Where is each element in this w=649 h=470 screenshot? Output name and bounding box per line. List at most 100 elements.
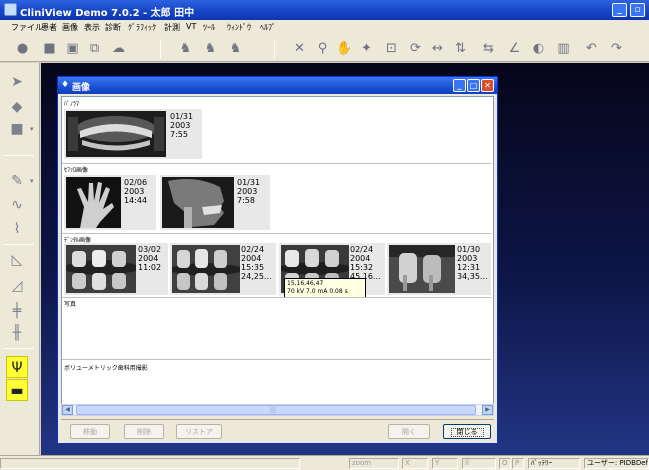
menu-view[interactable]: 表示	[84, 22, 100, 33]
app-title: CliniView Demo 7.0.2 - 太郎 田中	[20, 8, 195, 19]
status-bar: zoom X Y ll O P ﾊﾞｯﾃﾘｰ ユーザー: PIDBDefau	[0, 455, 649, 470]
chevron-down-icon[interactable]: ▾	[30, 177, 34, 185]
implant-icon[interactable]: ╪	[6, 300, 28, 322]
tooltip-teeth: 15,16,46,47	[287, 280, 324, 287]
toolbar: ● ■ ▣ ⧉ ☁ ♞ ♞ ♞ ✕ ⚲ ✋ ✦ ⊡ ⟳ ↔ ⇅ ⇆ ∠ ◐ ▥ …	[0, 35, 649, 62]
menu-help[interactable]: ﾍﾙﾌﾟ	[260, 22, 276, 33]
status-y: Y	[432, 458, 458, 469]
image-thumbnail-dental-1[interactable]: 03/02 2004 11:02	[64, 243, 168, 295]
tooth-chart-icon[interactable]: ♞	[227, 40, 244, 57]
flip-icon[interactable]: ⇅	[452, 40, 469, 57]
redo-icon[interactable]: ↷	[608, 40, 625, 57]
restore-button[interactable]: リストア	[176, 424, 222, 439]
menu-tools[interactable]: ﾂｰﾙ	[203, 22, 215, 33]
menu-graphic[interactable]: ｸﾞﾗﾌｨｯｸ	[128, 22, 156, 33]
image-time: 15:32	[350, 263, 374, 272]
mirror-icon[interactable]: ⇆	[480, 40, 497, 57]
chevron-down-icon[interactable]: ▾	[30, 125, 34, 133]
scrollbar-grip-icon: |||	[270, 407, 277, 414]
image-date: 01/31	[237, 178, 261, 187]
menu-file[interactable]: ファイル	[11, 22, 43, 33]
bridge-icon[interactable]: ╫	[6, 322, 28, 344]
horizontal-scrollbar[interactable]: ◀ ||| ▶	[61, 404, 494, 416]
menu-image[interactable]: 画像	[62, 22, 78, 33]
status-user: ユーザー: PIDBDefau	[584, 458, 649, 469]
image-time: 12:31	[457, 263, 481, 272]
section-label-photo: 写真	[64, 301, 77, 308]
camera-icon[interactable]: ■	[41, 40, 58, 57]
image-date: 02/06	[124, 178, 148, 187]
image-time: 14:44	[124, 196, 148, 205]
menu-vt[interactable]: VT	[186, 22, 196, 31]
image-date: 02/24	[241, 245, 265, 254]
tooth-group-icon[interactable]: ♞	[202, 40, 219, 57]
maximize-icon[interactable]: □	[467, 79, 480, 92]
status-value: ll	[462, 458, 496, 469]
rotate-icon[interactable]: ⟳	[407, 40, 424, 57]
ceph-xray-image	[162, 177, 234, 228]
curve-icon[interactable]: ∿	[6, 194, 28, 216]
close-button[interactable]: 閉じる	[443, 424, 491, 439]
open-button[interactable]: 開く	[388, 424, 430, 439]
left-separator	[4, 155, 34, 156]
section-label-panorama: ﾊﾟﾉﾗﾏ	[64, 101, 80, 108]
histogram-icon[interactable]: ▥	[555, 40, 572, 57]
minimize-icon[interactable]: _	[612, 3, 627, 17]
angle-icon[interactable]: ∠	[506, 40, 523, 57]
section-divider	[62, 359, 491, 360]
tooth-select-icon[interactable]: ♞	[177, 40, 194, 57]
zoom-icon[interactable]: ⚲	[314, 40, 331, 57]
eraser-icon[interactable]: ◆	[6, 96, 28, 118]
scrollbar-thumb[interactable]: |||	[76, 405, 476, 415]
contrast-icon[interactable]: ◐	[530, 40, 547, 57]
pointer-icon[interactable]: ➤	[6, 71, 28, 93]
polyline-icon[interactable]: ⌇	[6, 218, 28, 240]
magic-icon[interactable]: ✦	[358, 40, 375, 57]
color-fill-icon[interactable]: ■	[6, 118, 28, 140]
export-icon[interactable]: ⧉	[86, 40, 103, 57]
menu-measure[interactable]: 計測	[164, 22, 180, 33]
toolbar-separator	[160, 39, 161, 58]
scroll-left-icon[interactable]: ◀	[62, 405, 73, 415]
menu-diagnosis[interactable]: 診断	[105, 22, 121, 33]
freehand-icon[interactable]: ✎	[6, 170, 28, 192]
image-thumbnail-ceph[interactable]: 01/31 2003 7:58	[160, 175, 270, 230]
delete-button[interactable]: 削除	[124, 424, 164, 439]
save-icon[interactable]: ▣	[64, 40, 81, 57]
tooth-icon: ♦	[61, 80, 70, 90]
tooltip-exposure: 70 kV 7.0 mA 0.08 s	[287, 288, 348, 295]
app-title-bar: CliniView Demo 7.0.2 - 太郎 田中 _ ▫	[0, 0, 649, 20]
image-thumbnail-hand[interactable]: 02/06 2003 14:44	[64, 175, 156, 230]
dental-xray-image	[389, 245, 455, 293]
image-thumbnail-dental-4[interactable]: 01/30 2003 12:31 34,35...	[387, 243, 491, 295]
status-zoom: zoom	[349, 458, 399, 469]
image-time: 7:55	[170, 130, 188, 139]
move-button[interactable]: 移動	[70, 424, 110, 439]
menu-patient[interactable]: 患者	[41, 22, 57, 33]
minimize-icon[interactable]: _	[453, 79, 466, 92]
panorama-xray-image	[66, 111, 166, 157]
hand-xray-image	[66, 177, 121, 228]
dental-xray-image	[172, 245, 240, 293]
footer-divider	[61, 419, 494, 420]
cloud-icon[interactable]: ☁	[110, 40, 127, 57]
image-date: 02/24	[350, 245, 374, 254]
undo-icon[interactable]: ↶	[583, 40, 600, 57]
image-time: 7:58	[237, 196, 255, 205]
menu-window[interactable]: ｳｨﾝﾄﾞｳ	[227, 22, 251, 33]
tooth-icon[interactable]: ●	[14, 40, 31, 57]
triangle-ruler-icon[interactable]: ◿	[6, 275, 28, 297]
triangle-icon[interactable]: ◺	[6, 249, 28, 271]
close-icon[interactable]: ✕	[481, 79, 494, 92]
restore-icon[interactable]: ▫	[630, 3, 645, 17]
measure-icon[interactable]: ↔	[429, 40, 446, 57]
cross-icon[interactable]: ✕	[291, 40, 308, 57]
crop-icon[interactable]: ⊡	[383, 40, 400, 57]
scroll-right-icon[interactable]: ▶	[482, 405, 493, 415]
image-thumbnail-panorama[interactable]: 01/31 2003 7:55	[64, 109, 202, 159]
implant-tool-icon[interactable]: Ψ	[6, 356, 28, 378]
sensor-icon[interactable]: ▬	[6, 379, 28, 401]
image-thumbnail-dental-2[interactable]: 02/24 2004 15:35 24,25...	[170, 243, 276, 295]
section-divider	[62, 163, 491, 164]
hand-icon[interactable]: ✋	[336, 40, 353, 57]
